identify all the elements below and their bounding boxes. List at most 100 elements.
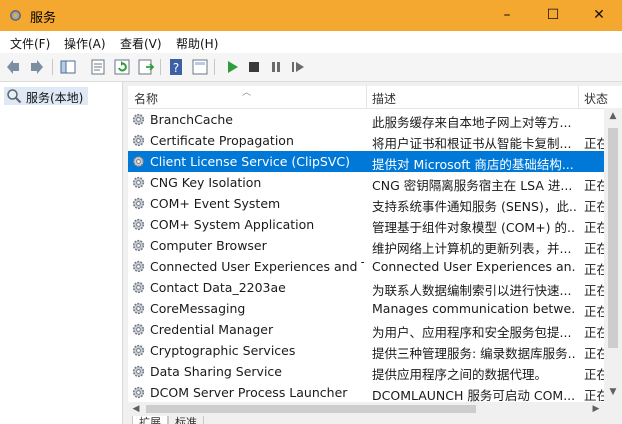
- service-gear-icon: [132, 176, 145, 189]
- column-divider[interactable]: [578, 86, 579, 108]
- service-description: 管理基于组件对象模型 (COM+) 的...: [372, 220, 576, 235]
- scroll-right-icon[interactable]: ▶: [588, 402, 604, 416]
- services-window: 服务 – ☐ ✕ 文件(F) 操作(A) 查看(V) 帮助(H) ? 服务(本地…: [0, 0, 622, 424]
- column-divider[interactable]: [366, 86, 367, 108]
- table-row[interactable]: BranchCache 此服务缓存来自本地子网上对等方...: [128, 109, 622, 130]
- start-service-icon[interactable]: [222, 57, 242, 77]
- service-description: DCOMLAUNCH 服务可启动 COM...: [372, 388, 576, 402]
- service-name: CNG Key Isolation: [150, 175, 262, 190]
- service-name: Computer Browser: [150, 238, 267, 253]
- pause-service-icon[interactable]: [266, 57, 286, 77]
- service-name: Connected User Experiences and T...: [150, 259, 364, 274]
- table-row[interactable]: COM+ System Application 管理基于组件对象模型 (COM+)…: [128, 214, 622, 235]
- table-row[interactable]: Credential Manager 为用户、应用程序和安全服务包提... 正在: [128, 319, 622, 340]
- service-description: 提供应用程序之间的数据代理。: [372, 367, 548, 382]
- title-bar: 服务 – ☐ ✕: [0, 0, 622, 31]
- column-header-status[interactable]: 状态: [584, 90, 608, 107]
- service-gear-icon: [132, 344, 145, 357]
- service-name: Certificate Propagation: [150, 133, 294, 148]
- service-description: 提供对 Microsoft 商店的基础结构...: [372, 157, 574, 172]
- table-row[interactable]: Data Sharing Service 提供应用程序之间的数据代理。 正在: [128, 361, 622, 382]
- horizontal-scroll-thumb[interactable]: [146, 405, 476, 413]
- scroll-up-icon[interactable]: ▲: [604, 108, 622, 124]
- service-gear-icon: [132, 260, 145, 273]
- service-gear-icon: [132, 197, 145, 210]
- tab-extended[interactable]: 扩展: [132, 416, 168, 424]
- search-gear-icon: [7, 89, 22, 104]
- service-name: BranchCache: [150, 112, 233, 127]
- back-arrow-icon[interactable]: [4, 57, 24, 77]
- toolbar-separator: [214, 59, 215, 75]
- service-description: 维护网络上计算机的更新列表，并...: [372, 241, 572, 256]
- tree-item-services-local[interactable]: 服务(本地): [4, 87, 88, 105]
- service-description: Manages communication betwe...: [372, 301, 576, 316]
- horizontal-scrollbar[interactable]: ◀ ▶: [128, 402, 604, 416]
- svg-text:?: ?: [173, 61, 179, 75]
- service-description: 支持系统事件通知服务 (SENS)，此...: [372, 199, 576, 214]
- table-row[interactable]: CoreMessaging Manages communication betwe…: [128, 298, 622, 319]
- close-button[interactable]: ✕: [576, 0, 622, 31]
- export-list-icon[interactable]: [136, 57, 156, 77]
- service-name: COM+ Event System: [150, 196, 281, 211]
- table-row[interactable]: Computer Browser 维护网络上计算机的更新列表，并... 正在: [128, 235, 622, 256]
- menu-file[interactable]: 文件(F): [10, 35, 50, 52]
- service-gear-icon: [132, 239, 145, 252]
- table-row[interactable]: COM+ Event System 支持系统事件通知服务 (SENS)，此... 正…: [128, 193, 622, 214]
- vertical-scroll-thumb[interactable]: [608, 128, 618, 348]
- properties-icon[interactable]: [88, 57, 108, 77]
- table-row[interactable]: CNG Key Isolation CNG 密钥隔离服务宿主在 LSA 进... 正…: [128, 172, 622, 193]
- service-name: CoreMessaging: [150, 301, 246, 316]
- service-gear-icon: [132, 365, 145, 378]
- console-tree-panel: 服务(本地): [0, 82, 123, 424]
- console-tree-icon[interactable]: [58, 57, 78, 77]
- column-header-row: ︿ 名称 描述 状态: [128, 86, 622, 109]
- table-row[interactable]: Certificate Propagation 将用户证书和根证书从智能卡复制..…: [128, 130, 622, 151]
- refresh-icon[interactable]: [112, 57, 132, 77]
- column-header-description[interactable]: 描述: [372, 90, 492, 107]
- help-icon[interactable]: ?: [166, 57, 186, 77]
- service-description: 将用户证书和根证书从智能卡复制...: [372, 136, 572, 151]
- tab-standard[interactable]: 标准: [168, 416, 204, 424]
- service-gear-icon: [132, 386, 145, 399]
- column-header-name[interactable]: 名称: [134, 90, 254, 107]
- menu-view[interactable]: 查看(V): [120, 35, 162, 52]
- vertical-scrollbar[interactable]: ▲ ▼: [604, 108, 622, 402]
- service-gear-icon: [132, 323, 145, 336]
- service-description: 为用户、应用程序和安全服务包提...: [372, 325, 572, 340]
- toolbar-separator: [52, 59, 53, 75]
- scroll-left-icon[interactable]: ◀: [128, 402, 144, 416]
- toolbar: ?: [0, 53, 622, 82]
- menu-action[interactable]: 操作(A): [64, 35, 106, 52]
- table-row[interactable]: Client License Service (ClipSVC) 提供对 Micr…: [128, 151, 622, 172]
- service-name: Credential Manager: [150, 322, 274, 337]
- service-rows: BranchCache 此服务缓存来自本地子网上对等方... Certificate…: [128, 109, 622, 402]
- service-gear-icon: [132, 302, 145, 315]
- service-name: Client License Service (ClipSVC): [150, 154, 351, 169]
- service-name: Data Sharing Service: [150, 364, 282, 379]
- scroll-down-icon[interactable]: ▼: [604, 384, 622, 400]
- show-hide-icon[interactable]: [190, 57, 210, 77]
- forward-arrow-icon[interactable]: [26, 57, 46, 77]
- table-row[interactable]: Contact Data_2203ae 为联系人数据编制索引以进行快速... 正在: [128, 277, 622, 298]
- menu-help[interactable]: 帮助(H): [176, 35, 218, 52]
- service-description: 为联系人数据编制索引以进行快速...: [372, 283, 572, 298]
- service-description: Connected User Experiences an...: [372, 259, 576, 274]
- table-row[interactable]: Cryptographic Services 提供三种管理服务: 编录数据库服务.…: [128, 340, 622, 361]
- service-name: COM+ System Application: [150, 217, 315, 232]
- services-list: ︿ 名称 描述 状态 BranchCache 此服务缓存来自本地子网上对等方...…: [128, 86, 622, 402]
- service-name: Contact Data_2203ae: [150, 280, 286, 295]
- maximize-button[interactable]: ☐: [530, 0, 576, 31]
- stop-service-icon[interactable]: [244, 57, 264, 77]
- service-gear-icon: [132, 155, 145, 168]
- service-description: 提供三种管理服务: 编录数据库服务...: [372, 346, 576, 361]
- restart-service-icon[interactable]: [288, 57, 308, 77]
- service-gear-icon: [132, 134, 145, 147]
- table-row[interactable]: Connected User Experiences and T... Conne…: [128, 256, 622, 277]
- table-row[interactable]: DCOM Server Process Launcher DCOMLAUNCH 服…: [128, 382, 622, 402]
- view-tabs: 扩展 标准: [128, 416, 622, 424]
- menu-bar: 文件(F) 操作(A) 查看(V) 帮助(H): [0, 31, 622, 53]
- service-gear-icon: [132, 218, 145, 231]
- minimize-button[interactable]: –: [484, 0, 530, 31]
- service-description: CNG 密钥隔离服务宿主在 LSA 进...: [372, 178, 573, 193]
- service-name: Cryptographic Services: [150, 343, 296, 358]
